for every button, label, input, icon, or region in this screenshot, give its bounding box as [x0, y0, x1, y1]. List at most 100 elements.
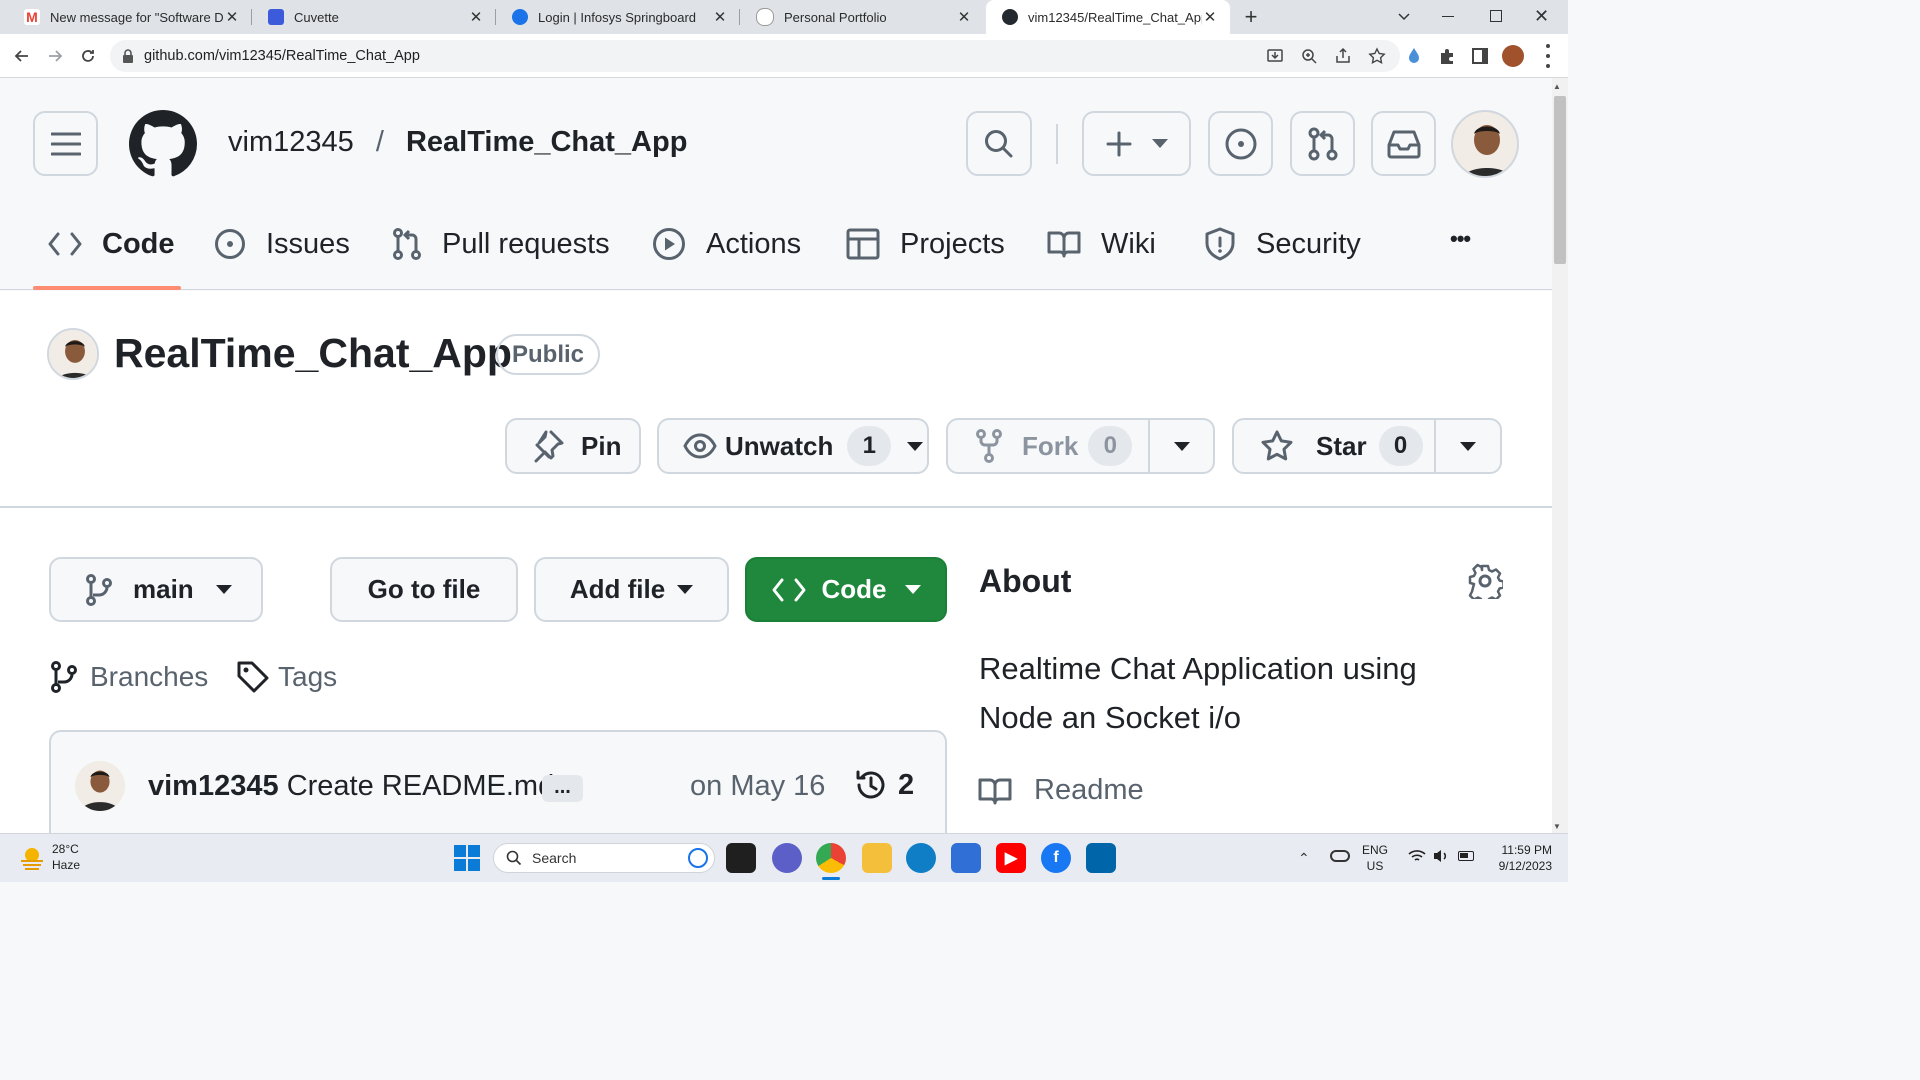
weather-widget[interactable]: 28°C Haze	[52, 841, 80, 873]
fork-button[interactable]: Fork 0	[946, 418, 1215, 474]
taskbar-search-label: Search	[532, 850, 577, 866]
scroll-down-icon[interactable]: ▼	[1553, 822, 1561, 831]
back-icon[interactable]	[12, 46, 32, 66]
tab-security[interactable]: Security	[1204, 222, 1361, 266]
github-logo-icon[interactable]	[129, 110, 197, 178]
commit-history-link[interactable]: 2	[854, 768, 914, 802]
tab-projects[interactable]: Projects	[846, 222, 1005, 266]
browser-tab-portfolio[interactable]: Personal Portfolio ✕	[740, 0, 984, 34]
user-avatar[interactable]	[1451, 110, 1519, 178]
more-tabs-icon[interactable]: •••	[1450, 226, 1471, 252]
commit-message[interactable]: Create README.md	[287, 770, 555, 802]
url-text[interactable]: github.com/vim12345/RealTime_Chat_App	[144, 48, 420, 64]
tab-pull-requests[interactable]: Pull requests	[392, 222, 610, 266]
close-tab-icon[interactable]: ✕	[468, 9, 484, 26]
windows-start-icon[interactable]	[454, 845, 480, 871]
browser-tab-cuvette[interactable]: Cuvette ✕	[252, 0, 496, 34]
close-tab-icon[interactable]: ✕	[712, 9, 728, 26]
volume-icon[interactable]	[1432, 848, 1450, 864]
tab-search-icon[interactable]	[1396, 8, 1412, 24]
region-code: US	[1366, 859, 1384, 873]
commit-date: on May 16	[690, 770, 826, 802]
close-window-icon[interactable]: ✕	[1534, 6, 1549, 27]
extension-drop-icon[interactable]	[1406, 47, 1422, 65]
address-bar[interactable]: github.com/vim12345/RealTime_Chat_App	[110, 40, 1400, 72]
repo-title[interactable]: RealTime_Chat_App	[114, 330, 512, 377]
share-icon[interactable]	[1334, 47, 1352, 65]
close-tab-icon[interactable]: ✕	[224, 9, 240, 26]
teams-chat-icon[interactable]	[772, 843, 802, 873]
repo-link[interactable]: RealTime_Chat_App	[406, 126, 688, 158]
commit-author[interactable]: vim12345	[148, 770, 279, 802]
browser-tab-gmail[interactable]: M New message for "Software Deve ✕	[8, 0, 252, 34]
tab-wiki[interactable]: Wiki	[1047, 222, 1156, 266]
browser-tab-github[interactable]: vim12345/RealTime_Chat_App: R ✕	[986, 0, 1230, 34]
inbox-button[interactable]	[1371, 111, 1436, 176]
tab-issues[interactable]: Issues	[214, 222, 350, 266]
install-app-icon[interactable]	[1266, 47, 1284, 65]
owner-link[interactable]: vim12345	[228, 126, 354, 158]
lock-icon	[122, 49, 134, 63]
tab-code[interactable]: Code	[48, 222, 175, 266]
vscode-icon[interactable]	[1086, 843, 1116, 873]
page-scrollbar[interactable]: ▲ ▼	[1552, 78, 1568, 833]
profile-avatar-icon[interactable]	[1502, 45, 1524, 67]
caret-down-icon[interactable]	[1174, 442, 1190, 451]
wifi-icon[interactable]	[1408, 848, 1426, 864]
readme-link[interactable]: Readme	[978, 774, 1144, 807]
chrome-icon[interactable]	[816, 843, 846, 873]
go-to-file-button[interactable]: Go to file	[330, 557, 518, 622]
onedrive-icon[interactable]	[1330, 850, 1350, 862]
create-new-button[interactable]	[1082, 111, 1191, 176]
zoom-icon[interactable]	[1300, 47, 1318, 65]
owner-avatar[interactable]	[47, 328, 99, 380]
search-button[interactable]	[966, 111, 1032, 176]
scrollbar-thumb[interactable]	[1554, 96, 1566, 264]
facebook-icon[interactable]: f	[1041, 843, 1071, 873]
extensions-puzzle-icon[interactable]	[1438, 47, 1456, 65]
gear-icon[interactable]	[1467, 563, 1503, 599]
microsoft-store-icon[interactable]	[951, 843, 981, 873]
weather-haze-icon[interactable]	[18, 843, 46, 871]
file-explorer-icon[interactable]	[862, 843, 892, 873]
hamburger-menu-button[interactable]	[33, 111, 98, 176]
forward-icon[interactable]	[45, 46, 65, 66]
pin-button[interactable]: Pin	[505, 418, 641, 474]
edge-icon[interactable]	[906, 843, 936, 873]
reload-icon[interactable]	[78, 46, 98, 66]
show-hidden-icons-icon[interactable]: ⌃	[1298, 850, 1310, 867]
star-label: Star	[1316, 430, 1367, 461]
caret-down-icon[interactable]	[907, 441, 924, 451]
clock[interactable]: 11:59 PM 9/12/2023	[1478, 842, 1552, 874]
minimize-icon[interactable]	[1442, 16, 1454, 17]
commit-expand-button[interactable]: ...	[542, 775, 583, 802]
add-file-button[interactable]: Add file	[534, 557, 729, 622]
commit-author-avatar[interactable]	[75, 761, 125, 811]
bookmark-star-icon[interactable]	[1368, 47, 1386, 65]
input-language[interactable]: ENG US	[1362, 842, 1388, 874]
close-tab-icon[interactable]: ✕	[1202, 9, 1218, 26]
side-panel-icon[interactable]	[1472, 48, 1488, 64]
issues-button[interactable]	[1208, 111, 1273, 176]
tags-link[interactable]: Tags	[236, 660, 337, 694]
new-tab-icon[interactable]: +	[1240, 6, 1262, 28]
restore-icon[interactable]	[1490, 10, 1502, 22]
fork-count: 0	[1088, 426, 1133, 466]
scroll-up-icon[interactable]: ▲	[1553, 82, 1561, 91]
tab-actions[interactable]: Actions	[652, 222, 801, 266]
browser-tab-infosys[interactable]: Login | Infosys Springboard ✕	[496, 0, 740, 34]
language-code: ENG	[1362, 843, 1389, 857]
pull-requests-button[interactable]	[1290, 111, 1355, 176]
task-view-icon[interactable]	[726, 843, 756, 873]
code-download-button[interactable]: Code	[745, 557, 947, 622]
star-button[interactable]: Star 0	[1232, 418, 1502, 474]
youtube-icon[interactable]: ▶	[996, 843, 1026, 873]
browser-menu-icon[interactable]	[1546, 44, 1550, 68]
unwatch-button[interactable]: Unwatch 1	[657, 418, 929, 474]
branch-selector[interactable]: main	[49, 557, 263, 622]
taskbar-search-box[interactable]: Search	[493, 843, 715, 873]
caret-down-icon[interactable]	[1460, 442, 1476, 451]
branches-link[interactable]: Branches	[50, 660, 208, 694]
close-tab-icon[interactable]: ✕	[956, 9, 972, 26]
battery-icon[interactable]	[1458, 851, 1474, 861]
